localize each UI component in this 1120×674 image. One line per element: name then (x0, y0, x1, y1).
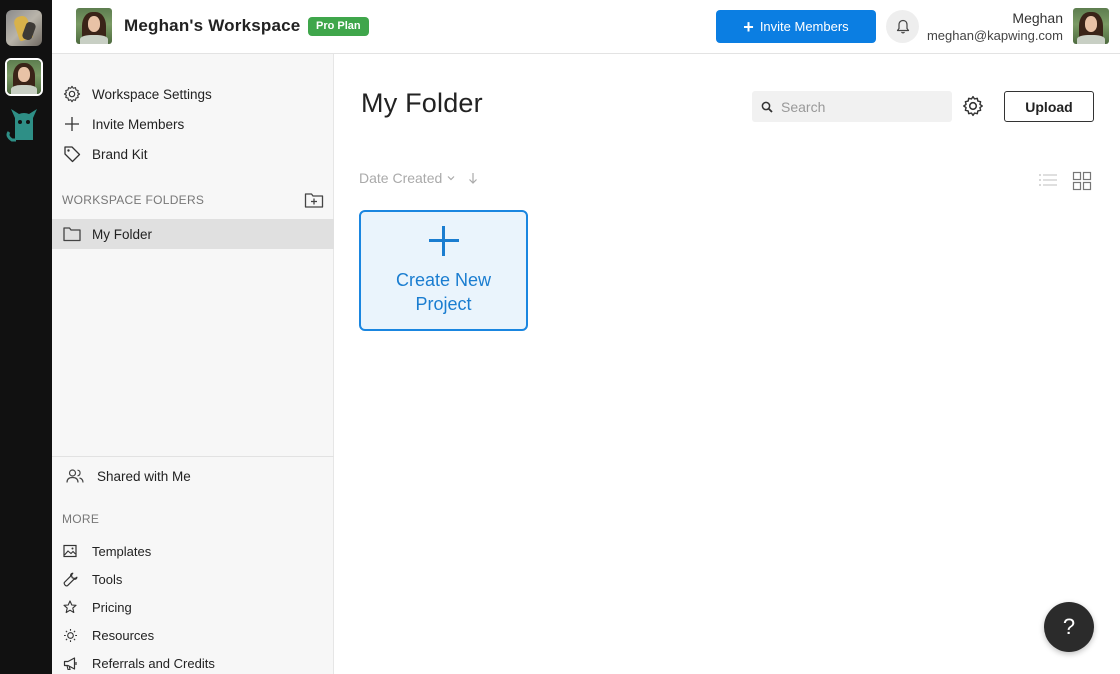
folder-label: My Folder (92, 226, 153, 242)
search-icon (761, 101, 773, 113)
top-header: Meghan's Workspace Pro Plan + Invite Mem… (52, 0, 1120, 54)
workspace-switcher-1[interactable] (6, 10, 42, 46)
create-new-project-label: Create New Project (395, 270, 492, 314)
plus-icon: + (743, 16, 754, 37)
help-button[interactable]: ? (1044, 602, 1094, 652)
tag-icon (62, 144, 82, 164)
sidebar-item-invite-members[interactable]: Invite Members (52, 110, 334, 138)
gear-icon (963, 95, 983, 117)
sidebar-item-label: Workspace Settings (92, 86, 212, 102)
plus-icon (62, 114, 82, 134)
sidebar-item-workspace-settings[interactable]: Workspace Settings (52, 80, 334, 108)
pro-plan-badge: Pro Plan (308, 17, 369, 36)
sidebar-item-templates[interactable]: Templates (52, 539, 334, 563)
lightbulb-icon (62, 627, 78, 643)
user-email: meghan@kapwing.com (926, 28, 1063, 43)
workspace-avatar (7, 60, 41, 94)
invite-members-label: Invite Members (759, 19, 849, 34)
main-content: My Folder Upload Date Created Create New… (334, 54, 1120, 674)
sidebar-item-label: Invite Members (92, 116, 185, 132)
list-icon (1039, 174, 1057, 186)
search-box[interactable] (752, 91, 952, 122)
list-view-toggle[interactable] (1038, 172, 1058, 188)
sidebar-item-label: Referrals and Credits (92, 655, 215, 671)
image-icon (62, 543, 78, 559)
sidebar-folder-my-folder[interactable]: My Folder (52, 219, 334, 249)
folder-icon (62, 224, 82, 244)
wrench-icon (62, 571, 78, 587)
bell-icon (896, 19, 909, 33)
create-new-project-card[interactable]: Create New Project (359, 210, 528, 331)
folder-plus-icon (304, 193, 324, 208)
invite-members-button[interactable]: + Invite Members (716, 10, 876, 43)
people-icon (66, 467, 84, 485)
workspace-avatar (76, 8, 112, 44)
sidebar-item-label: Tools (92, 571, 123, 587)
gear-icon (62, 84, 82, 104)
user-avatar[interactable] (1073, 8, 1109, 44)
workspace-switcher-meghan[interactable] (5, 58, 43, 96)
workspace-folders-heading: WORKSPACE FOLDERS (62, 193, 205, 207)
sidebar-item-shared-with-me[interactable]: Shared with Me (52, 462, 334, 490)
sidebar-item-tools[interactable]: Tools (52, 567, 334, 591)
sidebar-item-label: Resources (92, 627, 155, 643)
sidebar-item-label: Templates (92, 543, 152, 559)
sidebar-item-resources[interactable]: Resources (52, 623, 334, 647)
folder-settings-button[interactable] (962, 95, 984, 117)
cat-icon (6, 109, 37, 142)
sidebar-item-brand-kit[interactable]: Brand Kit (52, 140, 334, 168)
sort-dropdown[interactable]: Date Created (359, 170, 480, 186)
plus-icon (428, 226, 459, 256)
chevron-down-icon (447, 176, 455, 181)
workspace-title: Meghan's Workspace (124, 16, 301, 35)
sidebar-item-label: Brand Kit (92, 146, 148, 162)
add-folder-button[interactable] (304, 190, 324, 210)
upload-button[interactable]: Upload (1004, 91, 1094, 122)
user-name: Meghan (1012, 10, 1063, 26)
notifications-button[interactable] (886, 10, 919, 43)
workspace-switcher-cat[interactable] (6, 106, 42, 142)
page-title: My Folder (361, 88, 483, 118)
sidebar-item-referrals[interactable]: Referrals and Credits (52, 651, 334, 674)
sidebar-divider (52, 456, 334, 457)
grid-icon (1072, 171, 1092, 191)
sort-label: Date Created (359, 170, 443, 186)
sidebar-item-label: Shared with Me (97, 468, 191, 484)
more-heading: MORE (62, 512, 100, 526)
star-icon (62, 599, 78, 615)
workspace-rail (0, 0, 52, 674)
grid-view-toggle[interactable] (1072, 171, 1092, 191)
megaphone-icon (62, 655, 78, 671)
search-input[interactable] (781, 98, 941, 115)
sort-direction-icon[interactable] (466, 171, 480, 185)
sidebar-item-pricing[interactable]: Pricing (52, 595, 334, 619)
sidebar: Workspace Settings Invite Members Brand … (52, 54, 334, 674)
sidebar-item-label: Pricing (92, 599, 132, 615)
